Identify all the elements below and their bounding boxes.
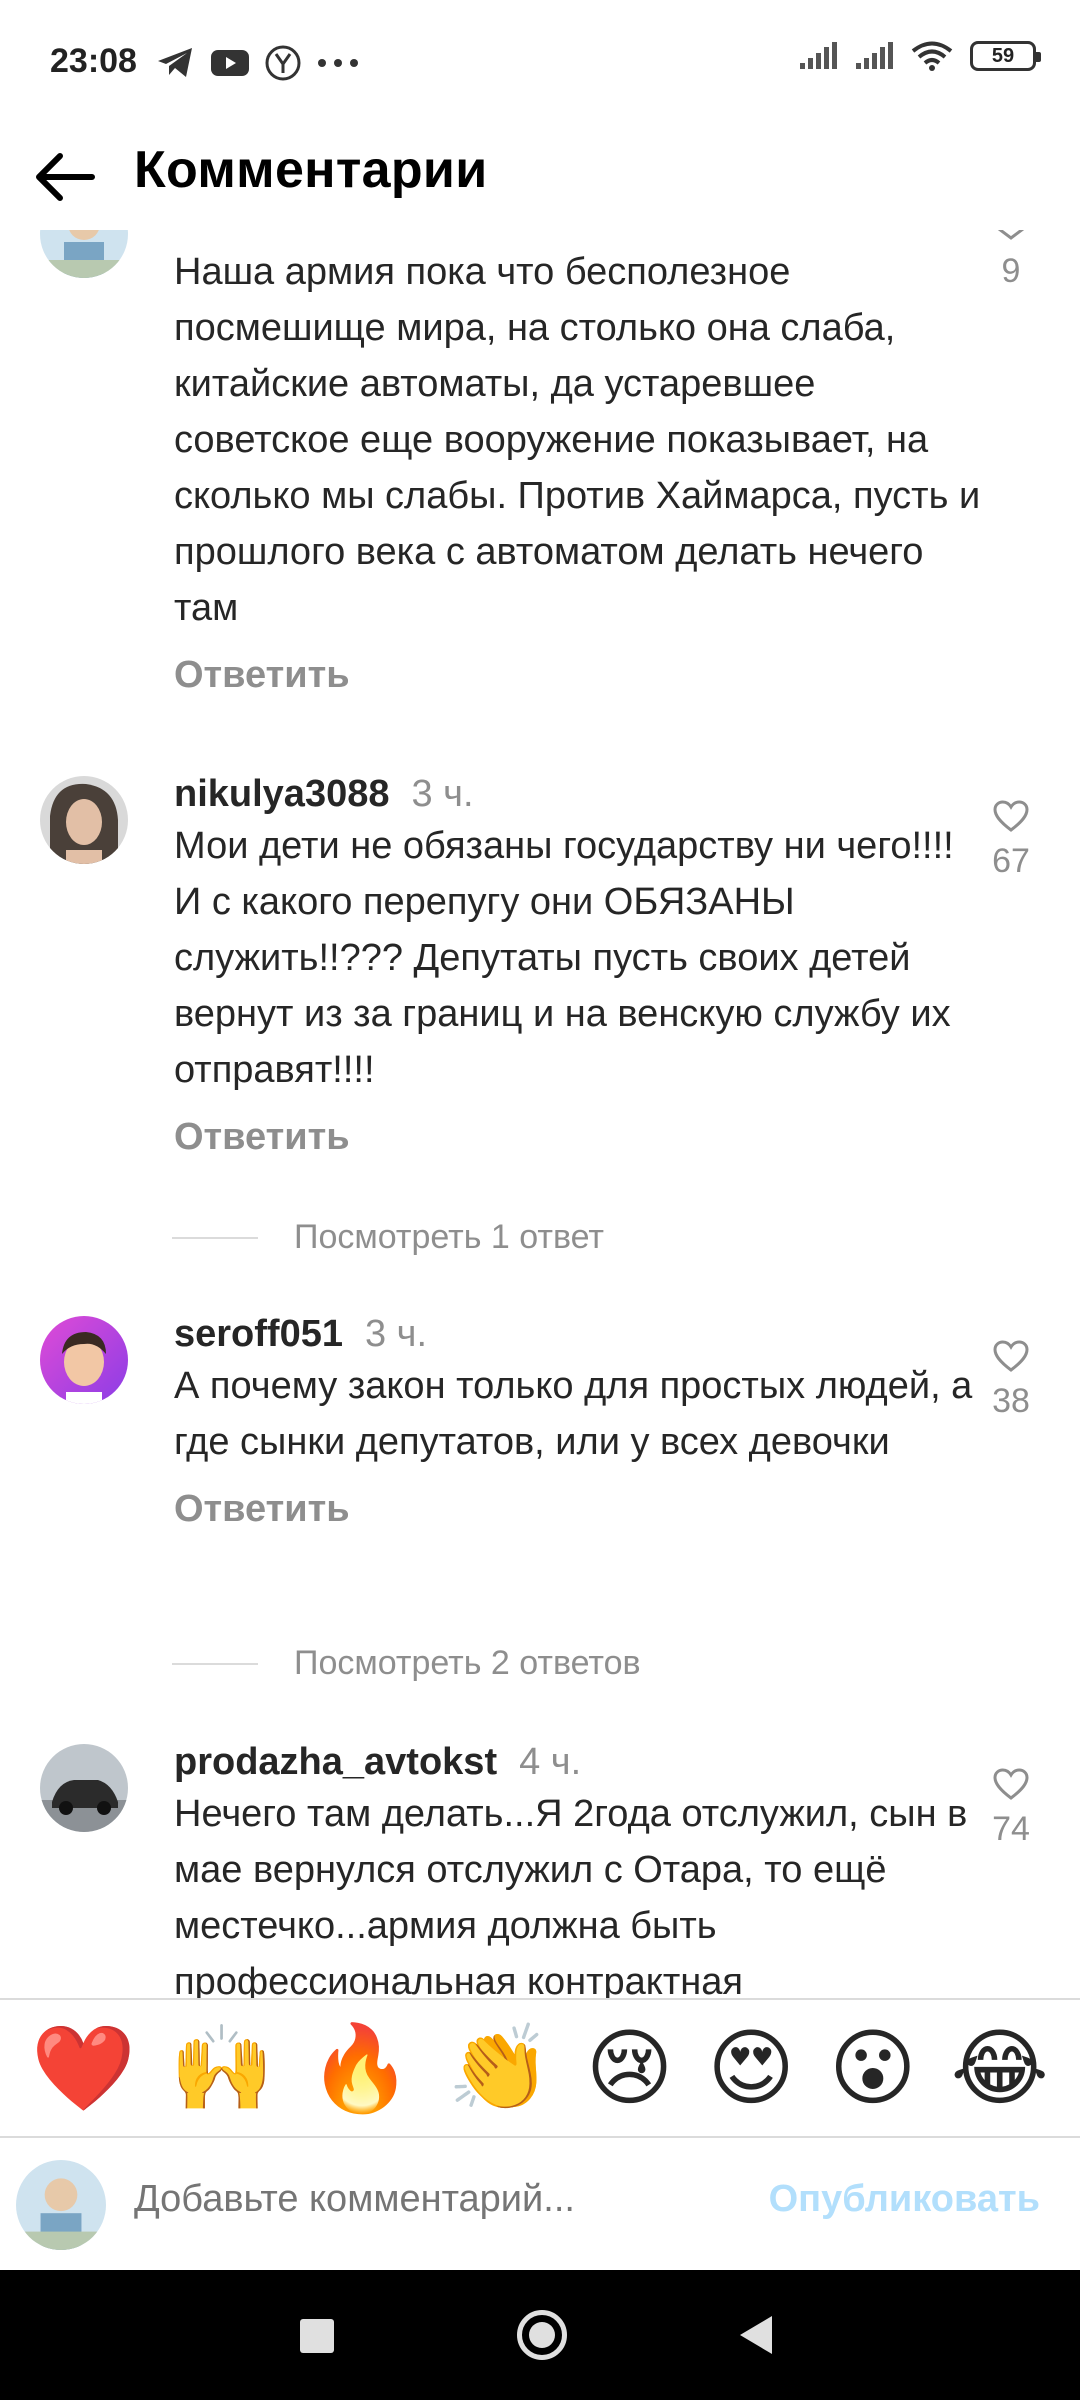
home-button[interactable] [517, 2310, 567, 2360]
system-nav-bar [0, 2270, 1080, 2400]
avatar[interactable] [40, 776, 128, 864]
back-button[interactable] [740, 2316, 772, 2354]
like-button[interactable]: 9 [976, 230, 1046, 291]
comment-username[interactable]: nikulya3088 [174, 773, 389, 815]
emoji-clapping[interactable]: 👏 [447, 2026, 552, 2110]
emoji-surprised[interactable]: 😮 [829, 2026, 917, 2110]
status-right-icons: 59 [798, 40, 1041, 72]
comment-time: 3 ч. [411, 773, 474, 815]
status-bar: 23:08 59 [0, 0, 1080, 130]
battery-level: 59 [991, 44, 1015, 67]
emoji-laughing[interactable]: 😂 [951, 2026, 1049, 2110]
like-count: 67 [992, 842, 1030, 880]
wifi-icon [911, 41, 953, 71]
yandex-icon [265, 45, 301, 81]
heart-icon [993, 800, 1029, 832]
like-button[interactable]: 74 [976, 1768, 1046, 1849]
like-button[interactable]: 67 [976, 800, 1046, 881]
like-button[interactable]: 38 [976, 1340, 1046, 1421]
divider [172, 1662, 258, 1665]
telegram-icon [158, 48, 192, 77]
emoji-crying[interactable]: 😢 [586, 2026, 674, 2110]
emoji-fire[interactable]: 🔥 [308, 2026, 413, 2110]
current-user-avatar [16, 2160, 106, 2250]
emoji-heart[interactable]: ❤️ [31, 2026, 136, 2110]
comment-text: Мои дети не обязаны государству ни чего!… [174, 825, 954, 1091]
page-title: Комментарии [134, 141, 488, 199]
recents-button[interactable] [300, 2319, 334, 2353]
comment-username[interactable]: prodazha_avtokst [174, 1741, 497, 1783]
comment-input[interactable] [134, 2178, 734, 2221]
publish-button[interactable]: Опубликовать [769, 2178, 1040, 2221]
status-time: 23:08 [50, 42, 137, 80]
avatar[interactable] [40, 230, 128, 278]
avatar[interactable] [40, 1744, 128, 1832]
comment-time: 3 ч. [364, 1313, 428, 1355]
header: Комментарии [0, 130, 1080, 230]
comment-text: Нечего там делать...Я 2года отслужил, сы… [174, 1793, 968, 1998]
comment-text: А почему закон только для простых людей,… [174, 1365, 973, 1463]
emoji-raised-hands[interactable]: 🙌 [170, 2026, 275, 2110]
like-count: 74 [992, 1810, 1030, 1848]
reply-button[interactable]: Ответить [174, 1488, 350, 1531]
emoji-heart-eyes[interactable]: 😍 [707, 2026, 795, 2110]
avatar[interactable] [40, 1316, 128, 1404]
more-dots-icon [318, 59, 358, 67]
emoji-bar: ❤️ 🙌 🔥 👏 😢 😍 😮 😂 [0, 1998, 1080, 2138]
like-count: 9 [1001, 252, 1021, 290]
reply-button[interactable]: Ответить [174, 654, 350, 697]
heart-icon [993, 1768, 1029, 1800]
like-count: 38 [992, 1382, 1030, 1420]
comments-list[interactable]: Наша армия пока что бесполезное посмешищ… [0, 230, 1080, 1998]
youtube-icon [211, 50, 249, 76]
arrow-left-icon[interactable] [30, 142, 100, 212]
comment-text: Наша армия пока что бесполезное посмешищ… [174, 251, 981, 629]
signal-icon [800, 42, 837, 69]
chevron-down-icon [997, 230, 1025, 240]
comment-time: 4 ч. [519, 1741, 582, 1783]
comment-composer: Опубликовать [0, 2140, 1080, 2270]
heart-icon [993, 1340, 1029, 1372]
battery-icon: 59 [970, 41, 1041, 71]
view-replies-button[interactable]: Посмотреть 1 ответ [172, 1218, 604, 1257]
reply-button[interactable]: Ответить [174, 1116, 350, 1159]
comment-username[interactable]: seroff051 [174, 1313, 343, 1355]
view-replies-label: Посмотреть 1 ответ [294, 1218, 605, 1256]
view-replies-label: Посмотреть 2 ответов [294, 1644, 641, 1682]
divider [172, 1236, 258, 1239]
status-left-icons [156, 44, 360, 82]
view-replies-button[interactable]: Посмотреть 2 ответов [172, 1644, 641, 1683]
signal-icon [856, 42, 893, 69]
